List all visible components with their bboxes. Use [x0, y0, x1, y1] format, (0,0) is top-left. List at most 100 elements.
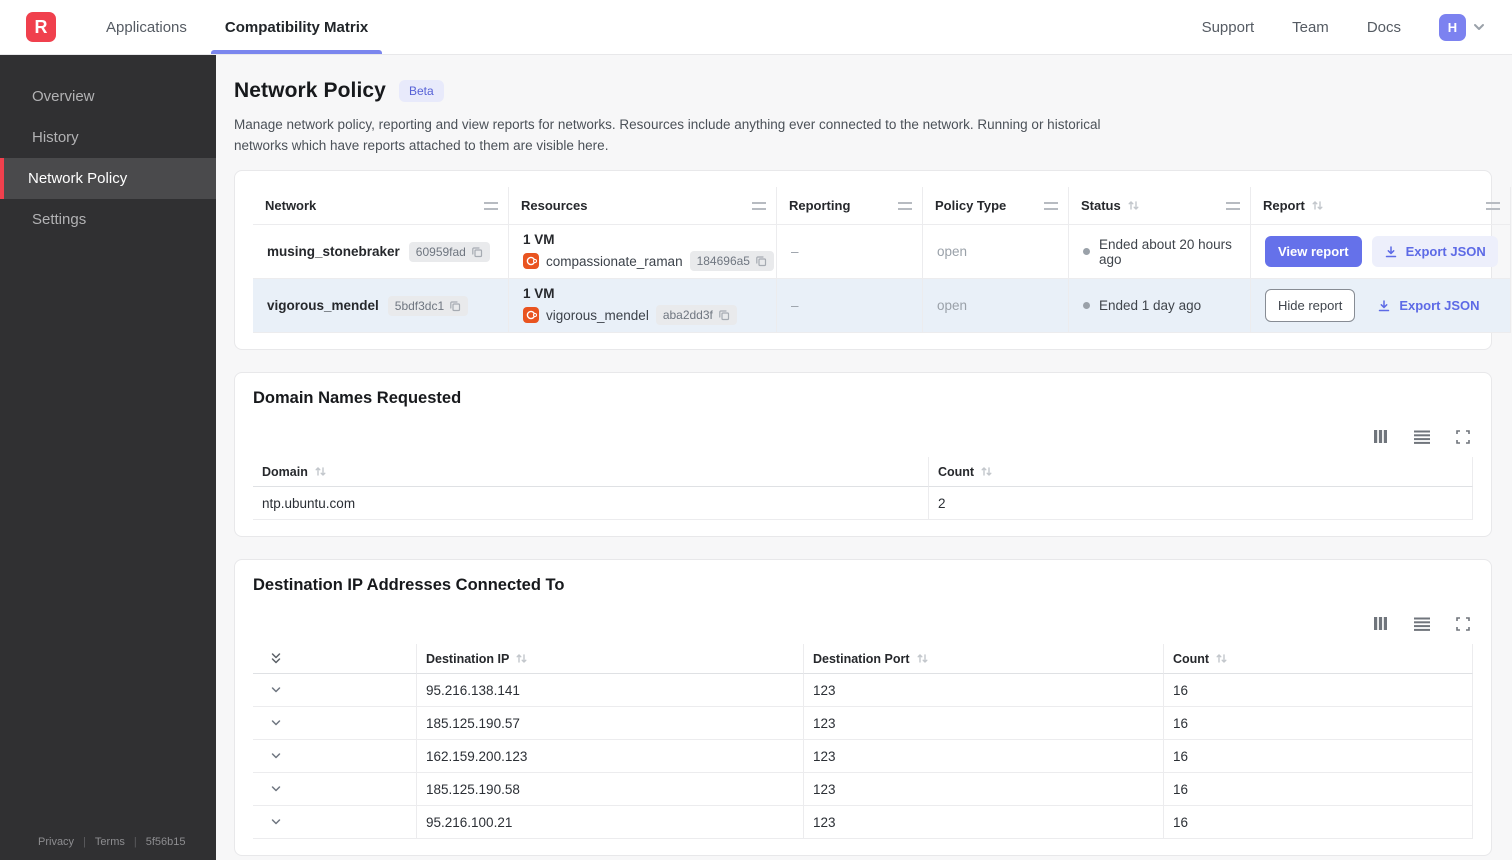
drag-handle-icon[interactable]	[898, 201, 912, 210]
network-name: vigorous_mendel	[267, 298, 379, 313]
privacy-link[interactable]: Privacy	[38, 836, 74, 848]
column-header-resources[interactable]: Resources	[509, 187, 777, 225]
columns-icon[interactable]	[1372, 615, 1389, 632]
topbar: R Applications Compatibility Matrix Supp…	[0, 0, 1512, 55]
status-text: Ended about 20 hours ago	[1099, 236, 1232, 267]
policy-type-cell: open	[923, 225, 1069, 279]
sidebar-item-settings[interactable]: Settings	[0, 199, 216, 240]
chevron-down-icon	[271, 786, 281, 792]
column-label: Domain	[262, 464, 308, 479]
count-cell: 16	[1164, 773, 1473, 806]
column-label: Report	[1263, 198, 1305, 213]
support-link[interactable]: Support	[1202, 19, 1255, 36]
double-chevron-icon	[271, 653, 281, 664]
chevron-down-icon	[271, 687, 281, 693]
network-table: Network Resources Reporting Policy Type …	[253, 187, 1511, 333]
network-name: musing_stonebraker	[267, 244, 400, 259]
row-expand-toggle[interactable]	[253, 707, 417, 740]
rows-icon[interactable]	[1413, 616, 1431, 632]
destination-ip-cell: 162.159.200.123	[417, 740, 804, 773]
column-header-status[interactable]: Status	[1069, 187, 1251, 225]
export-json-button[interactable]: Export JSON	[1371, 236, 1498, 267]
table-toolbar	[253, 615, 1471, 632]
column-header-reporting[interactable]: Reporting	[777, 187, 923, 225]
export-label: Export JSON	[1405, 244, 1486, 259]
network-id-badge[interactable]: 5bdf3dc1	[387, 295, 469, 316]
tab-applications[interactable]: Applications	[92, 0, 201, 54]
sort-icon[interactable]	[916, 652, 929, 665]
network-id: 5bdf3dc1	[394, 298, 445, 313]
drag-handle-icon[interactable]	[1226, 201, 1240, 210]
domain-table: Domain Count ntp.ubuntu.com 2	[253, 457, 1473, 520]
destination-port-cell: 123	[804, 806, 1164, 839]
tab-compatibility-matrix[interactable]: Compatibility Matrix	[210, 0, 383, 54]
resource-id: aba2dd3f	[662, 308, 713, 322]
row-expand-toggle[interactable]	[253, 806, 417, 839]
sort-icon[interactable]	[515, 652, 528, 665]
column-header-count[interactable]: Count	[1164, 644, 1473, 674]
divider: |	[83, 836, 86, 848]
status-cell: Ended 1 day ago	[1069, 279, 1251, 333]
docs-link[interactable]: Docs	[1367, 19, 1401, 36]
terms-link[interactable]: Terms	[95, 836, 125, 848]
divider: |	[133, 836, 137, 848]
export-json-button[interactable]: Export JSON	[1365, 290, 1491, 321]
chevron-down-icon	[271, 753, 281, 759]
row-expand-toggle[interactable]	[253, 674, 417, 707]
network-id: 60959fad	[415, 244, 466, 259]
page-description: Manage network policy, reporting and vie…	[234, 117, 1101, 153]
account-menu[interactable]: H	[1439, 13, 1486, 41]
destination-port-cell: 123	[804, 707, 1164, 740]
sort-icon[interactable]	[314, 465, 327, 478]
domain-cell: ntp.ubuntu.com	[253, 487, 929, 520]
columns-icon[interactable]	[1372, 428, 1389, 445]
column-header-report[interactable]: Report	[1251, 187, 1511, 225]
view-report-button[interactable]: View report	[1265, 236, 1362, 267]
destination-ip-cell: 185.125.190.58	[417, 773, 804, 806]
sort-icon[interactable]	[1127, 199, 1140, 212]
sort-icon[interactable]	[980, 465, 993, 478]
column-header-destination-port[interactable]: Destination Port	[804, 644, 1164, 674]
count-cell: 16	[1164, 806, 1473, 839]
row-expand-toggle[interactable]	[253, 740, 417, 773]
column-label: Resources	[521, 198, 588, 213]
sidebar: Overview History Network Policy Settings…	[0, 55, 216, 860]
column-label: Count	[938, 464, 975, 479]
rows-icon[interactable]	[1413, 429, 1431, 445]
column-header-destination-ip[interactable]: Destination IP	[417, 644, 804, 674]
download-icon	[1379, 299, 1390, 311]
resource-count: 1 VM	[523, 286, 555, 301]
column-header-expand-all[interactable]	[253, 644, 417, 674]
card-title: Destination IP Addresses Connected To	[253, 576, 565, 594]
sort-icon[interactable]	[1215, 652, 1228, 665]
drag-handle-icon[interactable]	[1044, 201, 1058, 210]
resource-id-badge[interactable]: 184696a5	[689, 251, 774, 271]
column-header-count[interactable]: Count	[929, 457, 1473, 487]
drag-handle-icon[interactable]	[484, 201, 498, 210]
resource-id-badge[interactable]: aba2dd3f	[655, 305, 737, 325]
row-expand-toggle[interactable]	[253, 773, 417, 806]
reporting-cell: –	[777, 279, 923, 333]
column-header-network[interactable]: Network	[253, 187, 509, 225]
drag-handle-icon[interactable]	[1485, 201, 1500, 210]
expand-icon[interactable]	[1455, 429, 1471, 445]
team-link[interactable]: Team	[1292, 19, 1329, 36]
destination-ip-card: Destination IP Addresses Connected To De…	[234, 559, 1492, 856]
resources-cell: 1 VM compassionate_raman 184696a5	[509, 225, 777, 279]
column-header-domain[interactable]: Domain	[253, 457, 929, 487]
network-id-badge[interactable]: 60959fad	[408, 241, 490, 262]
sidebar-item-overview[interactable]: Overview	[0, 76, 216, 117]
sidebar-item-network-policy[interactable]: Network Policy	[0, 158, 216, 199]
column-label: Destination Port	[813, 651, 910, 666]
sort-icon[interactable]	[1311, 199, 1324, 212]
network-cell: vigorous_mendel 5bdf3dc1	[253, 279, 509, 333]
expand-icon[interactable]	[1455, 616, 1471, 632]
destination-ip-cell: 95.216.100.21	[417, 806, 804, 839]
drag-handle-icon[interactable]	[752, 201, 766, 210]
app-logo[interactable]: R	[26, 12, 56, 42]
avatar[interactable]: H	[1439, 13, 1466, 41]
resource-id: 184696a5	[696, 254, 750, 268]
hide-report-button[interactable]: Hide report	[1265, 289, 1356, 322]
column-header-policy-type[interactable]: Policy Type	[923, 187, 1069, 225]
sidebar-item-history[interactable]: History	[0, 117, 216, 158]
